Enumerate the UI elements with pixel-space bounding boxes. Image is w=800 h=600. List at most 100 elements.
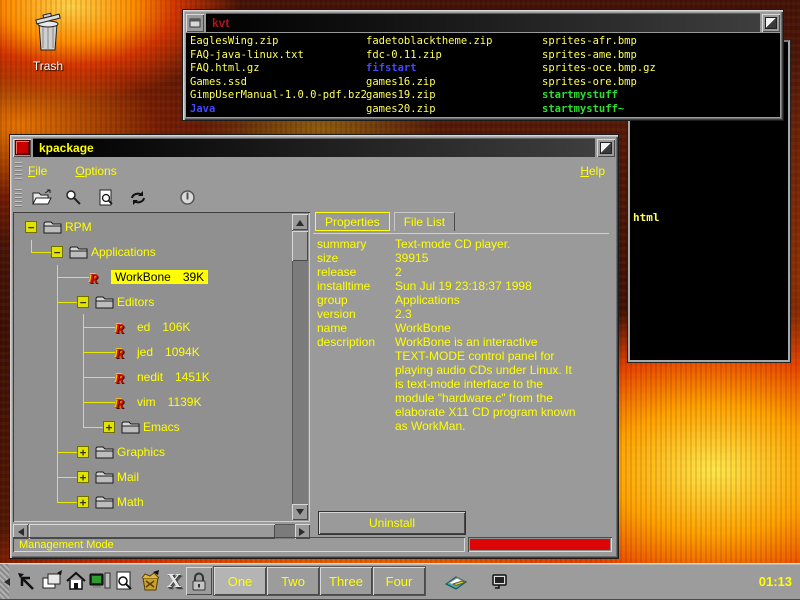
tree-item-label: Applications — [91, 245, 156, 259]
lock-screen-button[interactable] — [186, 567, 212, 595]
tree-item-ed[interactable]: Red106K — [15, 315, 292, 340]
property-value: WorkBone — [395, 321, 451, 335]
menu-help[interactable]: Help — [580, 164, 605, 178]
kvt-maximize-button[interactable] — [762, 14, 780, 32]
kpackage-maximize-button[interactable] — [597, 139, 615, 157]
tree-expand-toggle[interactable]: − — [25, 221, 37, 233]
tree-expand-toggle[interactable]: + — [77, 496, 89, 508]
home-button[interactable] — [63, 568, 89, 594]
arrow-right-icon — [299, 528, 309, 536]
k-menu-button[interactable] — [13, 568, 39, 594]
mini-terminal-icon — [490, 571, 510, 591]
tree-item-rpm[interactable]: −RPM — [15, 215, 292, 240]
terminal-launcher-button[interactable] — [87, 568, 113, 594]
panel-hide-handle[interactable] — [0, 564, 9, 599]
folder-icon — [43, 220, 62, 239]
menu-file[interactable]: File — [28, 164, 47, 178]
menubar-drag-handle[interactable] — [15, 162, 22, 180]
tree-item-graphics[interactable]: + Graphics — [15, 440, 292, 465]
tab-file-list[interactable]: File List — [394, 212, 455, 231]
tree-item-math[interactable]: +Math — [15, 490, 292, 515]
tree-item-label: vim1139K — [137, 395, 201, 409]
pager-desktop-one[interactable]: One — [214, 567, 266, 595]
property-row: size39915 — [315, 251, 609, 265]
uninstall-button[interactable]: Uninstall — [319, 512, 465, 534]
tree-item-emacs[interactable]: +Emacs — [15, 415, 292, 440]
taskbar: X 01:13 OneTwoThreeFour — [0, 563, 800, 600]
window-menu-icon — [189, 18, 201, 28]
system-menu-icon — [16, 141, 29, 154]
tree-item-applications[interactable]: − Applications — [15, 240, 292, 265]
scrollbar-thumb[interactable] — [292, 231, 308, 261]
toolbar-drag-handle[interactable] — [15, 189, 22, 207]
find-files-button[interactable] — [111, 568, 137, 594]
kpackage-system-menu-button[interactable] — [13, 139, 31, 157]
tree-expand-toggle[interactable]: + — [103, 421, 115, 433]
terminal-line: startmystuff~ — [542, 103, 656, 117]
pager-desktop-four[interactable]: Four — [373, 567, 425, 595]
tree-connector — [57, 302, 77, 303]
tree-vertical-scrollbar[interactable] — [292, 214, 308, 520]
exit-button[interactable] — [174, 185, 201, 210]
tree-item-workbone[interactable]: RWorkBone39K — [15, 265, 292, 290]
property-key: summary — [315, 237, 395, 251]
package-icon: R — [89, 270, 105, 288]
open-package-button[interactable] — [28, 185, 55, 210]
tree-item-vim[interactable]: Rvim1139K — [15, 390, 292, 415]
kpackage-title-gradient: kpackage — [33, 138, 595, 157]
menu-options[interactable]: Options — [75, 164, 116, 178]
tree-expand-toggle[interactable]: − — [77, 296, 89, 308]
trash-icon — [30, 39, 66, 56]
property-key: version — [315, 307, 395, 321]
trash-desktop-icon[interactable]: Trash — [16, 12, 80, 73]
find-package-button[interactable] — [60, 185, 87, 210]
package-size: 1094K — [165, 345, 200, 359]
package-icon: R — [115, 395, 131, 413]
tree-item-editors[interactable]: − Editors — [15, 290, 292, 315]
notes-button[interactable] — [443, 568, 469, 594]
find-files-icon — [114, 570, 134, 592]
tab-properties[interactable]: Properties — [315, 212, 390, 231]
kpackage-titlebar[interactable]: kpackage — [13, 138, 615, 157]
kpackage-toolbar — [13, 184, 615, 211]
maximize-icon — [600, 142, 612, 154]
terminal-line: sprites-ame.bmp — [542, 49, 656, 63]
tree-item-label: Graphics — [117, 445, 165, 459]
window-list-button[interactable] — [39, 568, 65, 594]
pager-desktop-three[interactable]: Three — [320, 567, 372, 595]
find-file-button[interactable] — [92, 185, 119, 210]
property-key: name — [315, 321, 395, 335]
terminal-line: fadetoblacktheme.zip — [366, 35, 492, 49]
scroll-up-button[interactable] — [292, 214, 308, 230]
toolbox-button[interactable] — [137, 568, 163, 594]
reload-button[interactable] — [124, 185, 151, 210]
tree-item-label: Editors — [117, 295, 154, 309]
property-key: description — [315, 335, 395, 433]
property-row: version2.3 — [315, 307, 609, 321]
kvt-terminal-window[interactable]: kvt EaglesWing.zipFAQ-java-linux.txtFAQ.… — [183, 10, 783, 120]
tree-item-jed[interactable]: Rjed1094K — [15, 340, 292, 365]
kvt-system-menu-button[interactable] — [186, 14, 204, 32]
tree-expand-toggle[interactable]: + — [77, 471, 89, 483]
kvt-titlebar[interactable]: kvt — [186, 13, 780, 32]
taskbar-window-button[interactable] — [487, 568, 513, 594]
terminal-line: sprites-oce.bmp.gz — [542, 62, 656, 76]
x11-button[interactable]: X — [161, 568, 187, 594]
arrow-left-icon — [14, 528, 24, 536]
tree-item-mail[interactable]: +Mail — [15, 465, 292, 490]
kpackage-window[interactable]: kpackage File Options Help — [10, 135, 618, 558]
scroll-down-button[interactable] — [292, 504, 308, 520]
folder-icon — [95, 295, 114, 314]
kvt-title-gradient: kvt — [206, 13, 760, 32]
tree-expand-toggle[interactable]: − — [51, 246, 63, 258]
terminal-column: EaglesWing.zipFAQ-java-linux.txtFAQ.html… — [190, 35, 367, 116]
tree-connector — [83, 327, 115, 328]
x11-icon: X — [167, 570, 181, 593]
tree-expand-toggle[interactable]: + — [77, 446, 89, 458]
terminal-line: games19.zip — [366, 89, 492, 103]
property-value: 2.3 — [395, 307, 412, 321]
maximize-icon — [765, 17, 777, 29]
property-key: group — [315, 293, 395, 307]
pager-desktop-two[interactable]: Two — [267, 567, 319, 595]
tree-item-nedit[interactable]: Rnedit1451K — [15, 365, 292, 390]
